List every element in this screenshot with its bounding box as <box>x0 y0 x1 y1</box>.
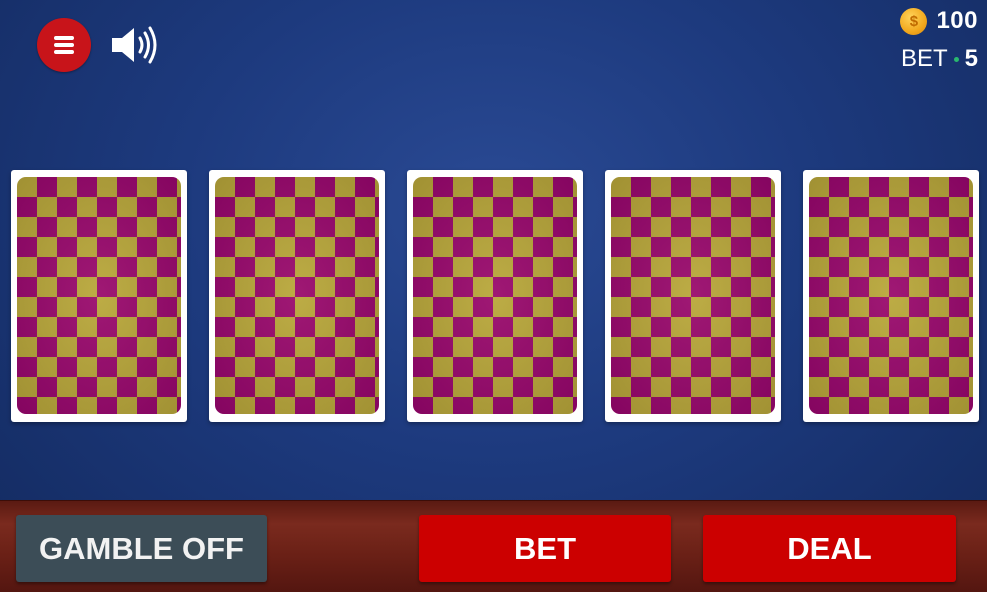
coin-symbol: $ <box>909 12 919 30</box>
hamburger-menu-icon <box>54 36 74 54</box>
card-row <box>11 170 979 422</box>
card-back-pattern <box>611 177 775 414</box>
bet-value: 5 <box>964 45 978 72</box>
playing-card-2[interactable] <box>209 170 385 422</box>
menu-button[interactable] <box>37 18 91 72</box>
deal-button[interactable]: DEAL <box>703 515 956 582</box>
card-back-pattern <box>215 177 379 414</box>
coin-icon: $ <box>900 7 928 35</box>
card-back-pattern <box>413 177 577 414</box>
coins-display: $ 100 <box>900 6 978 36</box>
gamble-toggle-button[interactable]: GAMBLE OFF <box>16 515 267 582</box>
playing-card-4[interactable] <box>605 170 781 422</box>
card-back-pattern <box>809 177 973 414</box>
coins-value: 100 <box>936 7 978 34</box>
playing-card-3[interactable] <box>407 170 583 422</box>
card-back-pattern <box>17 177 181 414</box>
bet-display: BET 5 <box>900 44 978 74</box>
playing-card-5[interactable] <box>803 170 979 422</box>
speaker-volume-icon <box>112 26 157 64</box>
balance-panel: $ 100 BET 5 <box>900 6 978 74</box>
playing-card-1[interactable] <box>11 170 187 422</box>
bet-label: BET <box>900 45 948 72</box>
sound-button[interactable] <box>109 24 161 71</box>
bet-separator-dot <box>953 56 959 62</box>
bet-button[interactable]: BET <box>419 515 671 582</box>
top-left-controls <box>37 18 157 72</box>
